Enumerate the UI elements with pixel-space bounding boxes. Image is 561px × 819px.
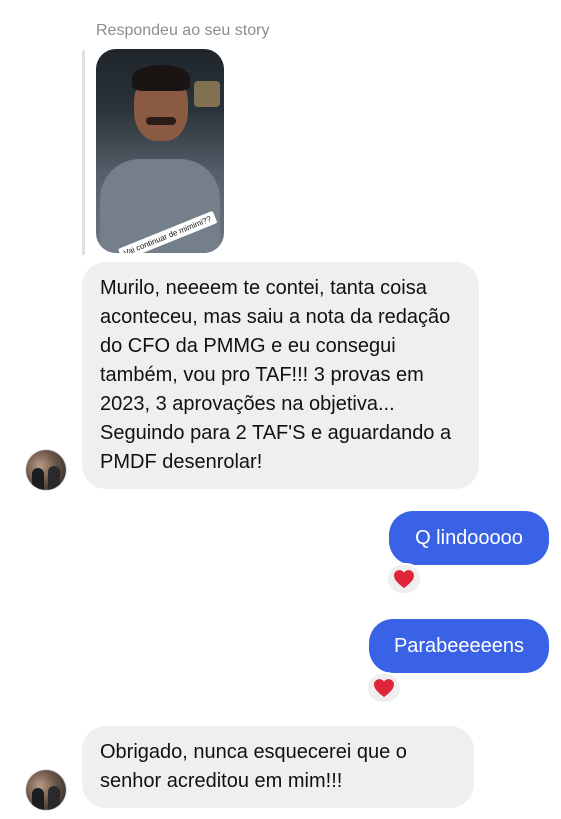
message-reaction[interactable] [386, 563, 422, 595]
contact-avatar[interactable] [26, 770, 66, 810]
message-reaction[interactable] [366, 672, 402, 704]
car-window-light [194, 81, 220, 107]
story-reply-caption: Respondeu ao seu story [96, 22, 270, 39]
contact-avatar[interactable] [26, 450, 66, 490]
heart-icon [394, 570, 414, 589]
heart-icon [374, 679, 394, 698]
story-person-hair [132, 65, 190, 91]
story-person-mustache [146, 117, 176, 125]
outgoing-message-bubble[interactable]: Q lindooooo [389, 511, 549, 565]
story-reply-divider [82, 50, 85, 255]
outgoing-message-bubble[interactable]: Parabeeeeens [369, 619, 549, 673]
story-thumbnail[interactable]: Vai continuar de mimimi?? [96, 49, 224, 253]
incoming-message-bubble[interactable]: Murilo, neeeem te contei, tanta coisa ac… [82, 262, 479, 489]
incoming-message-bubble[interactable]: Obrigado, nunca esquecerei que o senhor … [82, 726, 474, 808]
